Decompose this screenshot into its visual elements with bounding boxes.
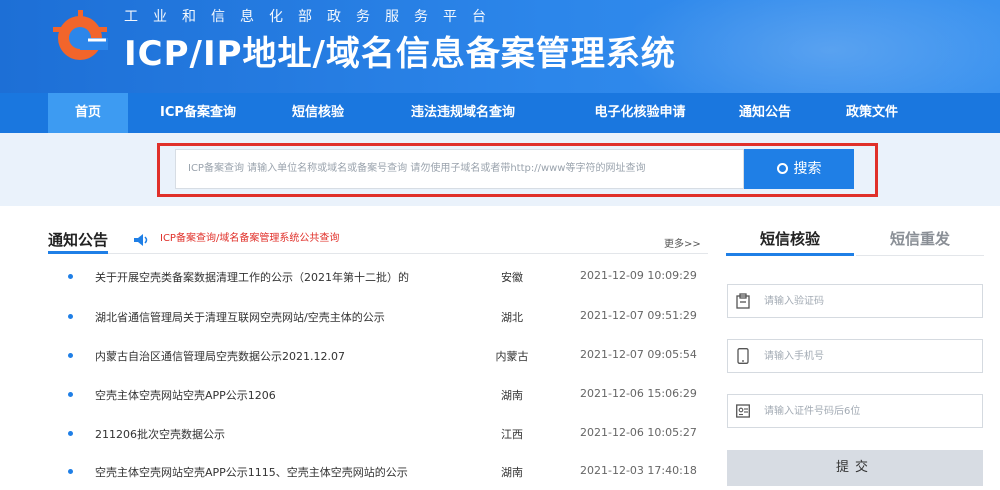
notice-title[interactable]: 湖北省通信管理局关于清理互联网空壳网站/空壳主体的公示 xyxy=(95,309,385,325)
ministry-logo-icon[interactable] xyxy=(48,4,112,68)
notice-date: 2021-12-03 17:40:18 xyxy=(580,464,697,477)
notice-row: 211206批次空壳数据公示 江西 2021-12-06 10:05:27 xyxy=(60,424,710,444)
notices-divider xyxy=(48,253,708,254)
notice-region: 湖北 xyxy=(501,311,523,324)
notice-region: 安徽 xyxy=(501,271,523,284)
tab-sms-verify[interactable]: 短信核验 xyxy=(726,228,854,256)
bullet-icon xyxy=(68,392,73,397)
system-title: ICP/IP地址/域名信息备案管理系统 xyxy=(124,34,676,74)
bullet-icon xyxy=(68,274,73,279)
bullet-icon xyxy=(68,314,73,319)
notice-row: 关于开展空壳类备案数据清理工作的公示（2021年第十二批）的 安徽 2021-1… xyxy=(60,267,710,287)
search-icon xyxy=(776,163,788,174)
notices-heading: 通知公告 xyxy=(48,231,109,249)
notice-date: 2021-12-09 10:09:29 xyxy=(580,269,697,282)
bullet-icon xyxy=(68,353,73,358)
notice-row: 空壳主体空壳网站空壳APP公示1115、空壳主体空壳网站的公示 湖南 2021-… xyxy=(60,462,710,482)
id-number-field xyxy=(727,394,983,428)
search-input[interactable]: ICP备案查询 请输入单位名称或域名或备案号查询 请勿使用子域名或者带http:… xyxy=(175,149,744,189)
speaker-icon xyxy=(134,234,148,246)
nav-notices[interactable]: 通知公告 xyxy=(720,93,810,133)
phone-input[interactable] xyxy=(764,345,974,367)
notice-row: 空壳主体空壳网站空壳APP公示1206 湖南 2021-12-06 15:06:… xyxy=(60,385,710,405)
notice-region: 内蒙古 xyxy=(495,350,529,363)
notice-date: 2021-12-06 10:05:27 xyxy=(580,426,697,439)
ministry-name: 工业和信息化部政务服务平台 xyxy=(124,9,501,25)
nav-icp-query[interactable]: ICP备案查询 xyxy=(138,93,258,133)
notice-row: 湖北省通信管理局关于清理互联网空壳网站/空壳主体的公示 湖北 2021-12-0… xyxy=(60,307,710,327)
nav-illegal-domain-query[interactable]: 违法违规域名查询 xyxy=(378,93,548,133)
notice-date: 2021-12-07 09:51:29 xyxy=(580,309,697,322)
bullet-icon xyxy=(68,431,73,436)
notice-region: 湖南 xyxy=(501,466,523,479)
more-link[interactable]: 更多>> xyxy=(664,235,701,250)
verification-code-input[interactable] xyxy=(764,290,974,312)
search-button[interactable]: 搜索 xyxy=(744,149,854,189)
notice-date: 2021-12-07 09:05:54 xyxy=(580,348,697,361)
main-nav: 首页 ICP备案查询 短信核验 违法违规域名查询 电子化核验申请 通知公告 政策… xyxy=(0,93,1000,133)
nav-e-verify-apply[interactable]: 电子化核验申请 xyxy=(560,93,720,133)
notice-date: 2021-12-06 15:06:29 xyxy=(580,387,697,400)
notice-title[interactable]: 空壳主体空壳网站空壳APP公示1206 xyxy=(95,387,276,403)
nav-policy-docs[interactable]: 政策文件 xyxy=(822,93,922,133)
nav-home[interactable]: 首页 xyxy=(48,93,128,133)
nav-sms-verify[interactable]: 短信核验 xyxy=(268,93,368,133)
phone-field xyxy=(727,339,983,373)
notice-title[interactable]: 211206批次空壳数据公示 xyxy=(95,426,225,442)
search-button-label: 搜索 xyxy=(793,161,822,177)
verification-code-icon xyxy=(736,293,750,309)
phone-icon xyxy=(737,348,749,364)
notice-row: 内蒙古自治区通信管理局空壳数据公示2021.12.07 内蒙古 2021-12-… xyxy=(60,346,710,366)
notice-ticker[interactable]: ICP备案查询/域名备案管理系统公共查询 xyxy=(160,229,339,244)
notice-title[interactable]: 空壳主体空壳网站空壳APP公示1115、空壳主体空壳网站的公示 xyxy=(95,464,408,480)
id-number-input[interactable] xyxy=(764,400,974,422)
notice-region: 湖南 xyxy=(501,389,523,402)
header-glow xyxy=(620,0,1000,93)
notice-title[interactable]: 关于开展空壳类备案数据清理工作的公示（2021年第十二批）的 xyxy=(95,269,409,285)
notices-heading-underline xyxy=(48,251,108,254)
verification-code-field xyxy=(727,284,983,318)
notice-region: 江西 xyxy=(501,428,523,441)
id-card-icon xyxy=(736,404,750,418)
bullet-icon xyxy=(68,469,73,474)
tab-sms-resend[interactable]: 短信重发 xyxy=(856,228,984,256)
site-header: 工业和信息化部政务服务平台 ICP/IP地址/域名信息备案管理系统 xyxy=(0,0,1000,93)
submit-button[interactable]: 提交 xyxy=(727,450,983,486)
notice-title[interactable]: 内蒙古自治区通信管理局空壳数据公示2021.12.07 xyxy=(95,348,345,364)
